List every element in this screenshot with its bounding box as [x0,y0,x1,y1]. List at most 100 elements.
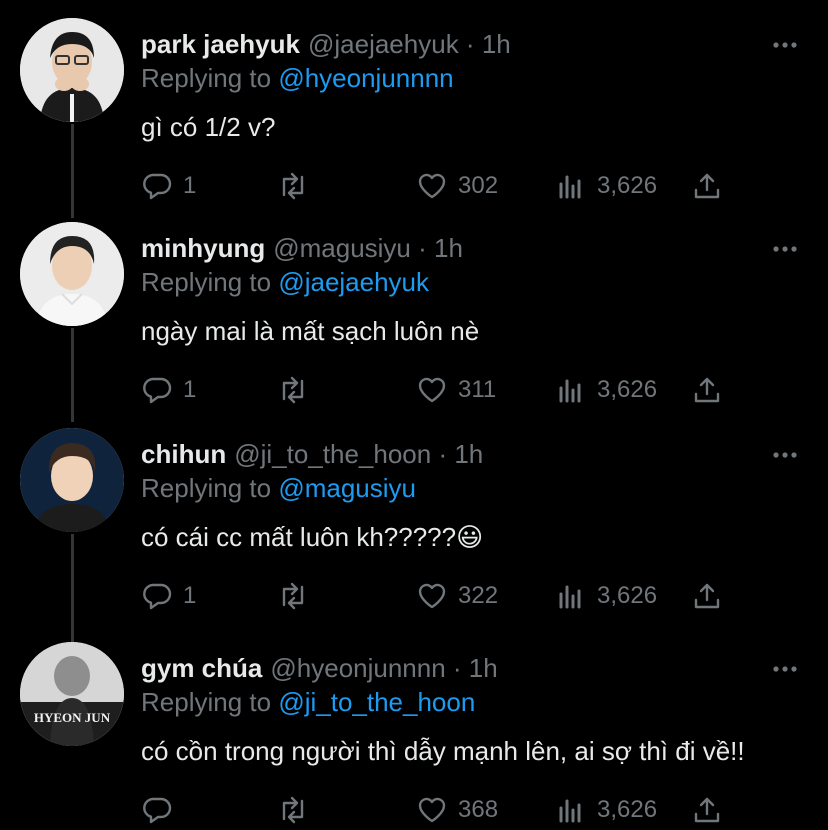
tweet-header: minhyung @magusiyu · 1h [141,232,463,264]
retweet-button[interactable] [277,790,319,830]
user-handle[interactable]: @ji_to_the_hoon [234,439,431,469]
replying-to-mention[interactable]: @hyeonjunnnn [278,63,453,93]
tweet-actions: 368 3,626 [141,790,741,830]
tweet-text: có cái cc mất luôn kh?????😃 [141,522,484,552]
retweet-icon [282,376,304,404]
tweet-header: park jaehyuk @jaejaehyuk · 1h [141,28,511,60]
views-button[interactable]: 3,626 [555,370,657,410]
display-name[interactable]: chihun [141,439,226,469]
replying-to-label: Replying to [141,63,279,93]
share-icon [694,173,720,199]
share-icon [694,377,720,403]
like-button[interactable]: 311 [416,370,496,410]
avatar-jersey-text: HYEON JUN [34,710,111,725]
share-icon [694,583,720,609]
retweet-button[interactable] [277,576,319,616]
avatar[interactable] [20,222,124,326]
retweet-icon [282,172,304,200]
avatar[interactable] [20,18,124,122]
like-icon [418,173,446,199]
user-handle[interactable]: @jaejaehyuk [308,29,459,59]
share-button[interactable] [691,576,723,616]
tweet-text: có cồn trong người thì dẫy mạnh lên, ai … [141,736,745,766]
tweet-actions: 1 322 3,626 [141,576,741,616]
like-count: 368 [458,796,499,823]
share-icon [694,797,720,823]
views-icon [559,799,581,823]
replying-to: Replying to @ji_to_the_hoon [141,686,475,718]
tweet[interactable]: park jaehyuk @jaejaehyuk · 1h Replying to… [0,18,828,208]
replying-to: Replying to @jaejaehyuk [141,266,429,298]
display-name[interactable]: minhyung [141,233,265,263]
more-icon[interactable] [772,236,798,262]
replying-to-mention[interactable]: @ji_to_the_hoon [278,687,475,717]
tweet[interactable]: minhyung @magusiyu · 1h Replying to @jaej… [0,222,828,412]
replying-to-mention[interactable]: @magusiyu [278,473,416,503]
timestamp[interactable]: 1h [454,439,483,469]
more-icon[interactable] [772,32,798,58]
timestamp[interactable]: 1h [482,29,511,59]
reply-count: 1 [183,172,197,199]
tweet-text: ngày mai là mất sạch luôn nè [141,316,480,346]
retweet-icon [282,796,304,824]
tweet-header: gym chúa @hyeonjunnnn · 1h [141,652,498,684]
tweet-text: gì có 1/2 v? [141,112,276,142]
separator-dot: · [445,653,469,683]
replying-to-mention[interactable]: @jaejaehyuk [278,267,429,297]
retweet-icon [282,582,304,610]
views-icon [559,175,581,199]
separator-dot: · [458,29,482,59]
like-count: 302 [458,172,499,199]
views-count: 3,626 [597,376,658,403]
reply-icon [143,377,172,404]
share-button[interactable] [691,790,723,830]
like-button[interactable]: 322 [416,576,498,616]
views-button[interactable]: 3,626 [555,790,657,830]
separator-dot: · [410,233,434,263]
retweet-button[interactable] [277,370,319,410]
replying-to-label: Replying to [141,473,279,503]
reply-button[interactable]: 1 [141,166,196,206]
views-count: 3,626 [597,796,658,823]
replying-to-label: Replying to [141,267,279,297]
tweet-actions: 1 311 3,626 [141,370,741,410]
share-button[interactable] [691,166,723,206]
views-button[interactable]: 3,626 [555,576,657,616]
tweet[interactable]: HYEON JUN gym chúa @hyeonjunnnn · 1h Repl… [0,642,828,830]
replying-to: Replying to @hyeonjunnnn [141,62,454,94]
tweet-actions: 1 302 3,626 [141,166,741,206]
avatar[interactable] [20,428,124,532]
like-count: 311 [458,376,497,403]
user-handle[interactable]: @magusiyu [273,233,411,263]
like-icon [418,377,446,403]
reply-count: 1 [183,376,197,403]
views-icon [559,379,581,403]
views-button[interactable]: 3,626 [555,166,657,206]
separator-dot: · [431,439,455,469]
reply-count: 1 [183,582,197,609]
reply-button[interactable]: 1 [141,370,196,410]
reply-button[interactable]: 1 [141,576,196,616]
reply-icon [143,797,172,824]
like-icon [418,583,446,609]
share-button[interactable] [691,370,723,410]
timestamp[interactable]: 1h [469,653,498,683]
tweet[interactable]: chihun @ji_to_the_hoon · 1h Replying to @… [0,428,828,618]
like-button[interactable]: 302 [416,166,498,206]
display-name[interactable]: park jaehyuk [141,29,300,59]
views-count: 3,626 [597,582,658,609]
replying-to: Replying to @magusiyu [141,472,416,504]
retweet-button[interactable] [277,166,319,206]
avatar[interactable]: HYEON JUN [20,642,124,746]
reply-icon [143,583,172,610]
views-icon [559,585,581,609]
replying-to-label: Replying to [141,687,279,717]
like-icon [418,797,446,823]
more-icon[interactable] [772,442,798,468]
reply-button[interactable] [141,790,183,830]
user-handle[interactable]: @hyeonjunnnn [270,653,445,683]
display-name[interactable]: gym chúa [141,653,262,683]
timestamp[interactable]: 1h [434,233,463,263]
like-button[interactable]: 368 [416,790,498,830]
more-icon[interactable] [772,656,798,682]
